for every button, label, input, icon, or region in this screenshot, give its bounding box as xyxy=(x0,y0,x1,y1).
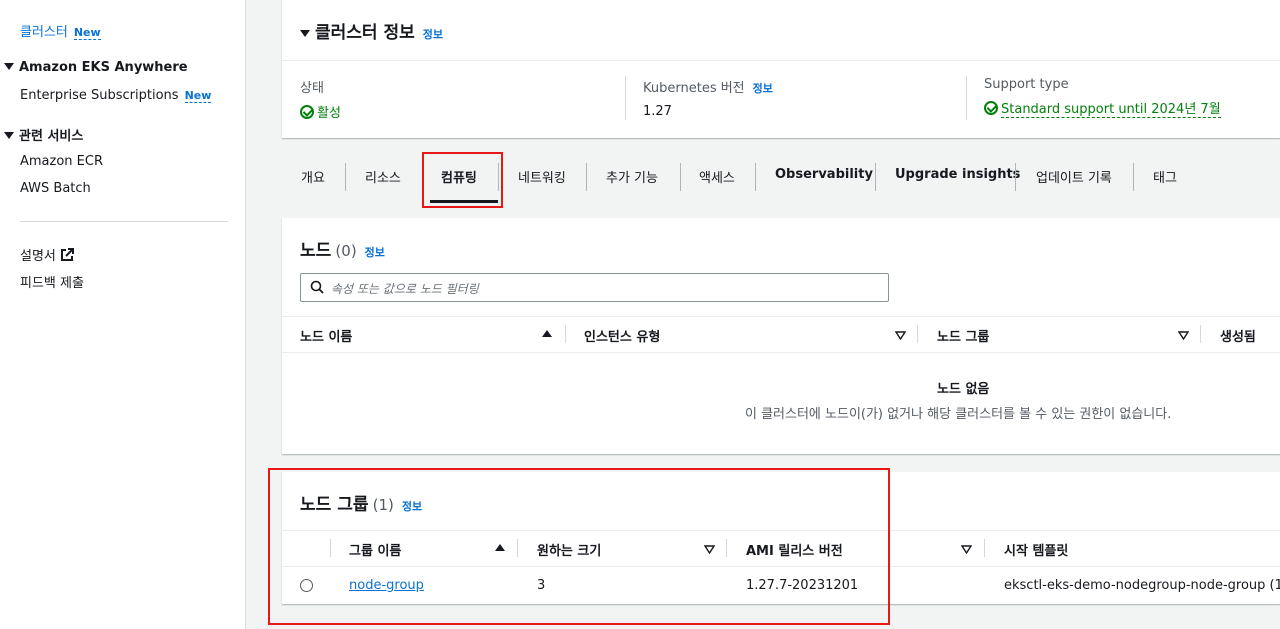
tab-addons[interactable]: 추가 기능 xyxy=(606,167,658,186)
nodes-panel: 노드 (0) 정보 속성 또는 값으로 노드 필터링 노드 이름 인스턴스 유형 … xyxy=(282,218,1280,454)
sidebar-item-label: 설명서 xyxy=(20,249,56,264)
check-circle-icon xyxy=(984,101,998,115)
sidebar-section-eks-anywhere[interactable]: Amazon EKS Anywhere xyxy=(4,60,188,75)
column-header-node-group[interactable]: 노드 그룹 xyxy=(937,326,989,345)
tab-upgrade-insights[interactable]: Upgrade insights xyxy=(895,167,1020,182)
search-icon xyxy=(310,280,324,298)
check-circle-icon xyxy=(300,105,314,119)
support-type-field: Support type Standard support until 2024… xyxy=(984,77,1221,118)
empty-state-title: 노드 없음 xyxy=(937,382,990,397)
highlight-box-compute-tab xyxy=(422,152,503,208)
tab-divider xyxy=(586,163,587,191)
sidebar-item-documentation[interactable]: 설명서 xyxy=(20,245,74,266)
support-type-value[interactable]: Standard support until 2024년 7월 xyxy=(984,98,1221,118)
section-title: 노드 xyxy=(300,241,332,261)
tab-tags[interactable]: 태그 xyxy=(1153,167,1177,186)
divider xyxy=(625,76,626,120)
empty-state-description: 이 클러스터에 노드이(가) 없거나 해당 클러스터를 볼 수 있는 권한이 없… xyxy=(745,407,1172,422)
support-type-label: Support type xyxy=(984,77,1069,92)
tab-divider xyxy=(1133,163,1134,191)
sort-ascending-icon[interactable] xyxy=(542,330,552,337)
sidebar-item-clusters[interactable]: 클러스터 New xyxy=(20,21,101,40)
column-header-instance-type[interactable]: 인스턴스 유형 xyxy=(584,326,660,345)
k8s-version-label: Kubernetes 버전 정보 xyxy=(643,81,773,96)
sidebar-divider xyxy=(20,221,228,222)
sidebar-item-feedback[interactable]: 피드백 제출 xyxy=(20,272,84,291)
column-divider[interactable] xyxy=(565,325,566,343)
new-badge: New xyxy=(184,89,212,103)
status-badge: 활성 xyxy=(317,106,341,121)
sort-icon[interactable] xyxy=(894,329,907,344)
column-header-node-name[interactable]: 노드 이름 xyxy=(300,326,352,345)
new-badge: New xyxy=(73,26,101,40)
tab-divider xyxy=(755,163,756,191)
launch-template-cell: eksctl-eks-demo-nodegroup-node-group (1) xyxy=(1004,578,1280,593)
search-placeholder: 속성 또는 값으로 노드 필터링 xyxy=(331,282,479,296)
column-divider[interactable] xyxy=(1200,325,1201,343)
column-divider[interactable] xyxy=(917,325,918,343)
tab-overview[interactable]: 개요 xyxy=(301,167,325,186)
tab-update-history[interactable]: 업데이트 기록 xyxy=(1036,167,1112,186)
tab-divider xyxy=(345,163,346,191)
column-header-launch-template[interactable]: 시작 템플릿 xyxy=(1004,540,1068,559)
page-title: 클러스터 정보 xyxy=(315,23,415,43)
highlight-box-node-groups xyxy=(268,468,890,625)
external-link-icon xyxy=(60,248,74,266)
cluster-info-header[interactable]: 클러스터 정보 정보 xyxy=(300,18,443,43)
status-label: 상태 xyxy=(300,81,324,96)
k8s-version-field: Kubernetes 버전 정보 1.27 xyxy=(643,77,773,119)
nodes-header: 노드 (0) 정보 xyxy=(300,236,385,261)
status-field: 상태 활성 xyxy=(300,77,341,121)
sort-icon[interactable] xyxy=(1177,329,1190,344)
caret-down-icon xyxy=(4,132,14,139)
section-title: Amazon EKS Anywhere xyxy=(19,60,188,75)
tab-divider xyxy=(680,163,681,191)
item-count: (0) xyxy=(335,242,357,260)
sidebar-item-enterprise-subscriptions[interactable]: Enterprise Subscriptions New xyxy=(20,88,212,103)
tab-observability[interactable]: Observability xyxy=(775,167,873,182)
node-filter-input[interactable]: 속성 또는 값으로 노드 필터링 xyxy=(300,273,889,302)
tab-resources[interactable]: 리소스 xyxy=(365,167,401,186)
divider xyxy=(966,76,967,120)
column-header-created[interactable]: 생성됨 xyxy=(1220,326,1256,345)
tab-networking[interactable]: 네트워킹 xyxy=(518,167,566,186)
caret-down-icon xyxy=(300,30,310,37)
info-link[interactable]: 정보 xyxy=(753,82,773,95)
divider xyxy=(282,316,1280,317)
sidebar-item-label: 클러스터 xyxy=(20,25,68,40)
divider xyxy=(282,352,1280,353)
tab-divider xyxy=(875,163,876,191)
sidebar-item-aws-batch[interactable]: AWS Batch xyxy=(20,181,91,196)
status-value: 활성 xyxy=(300,102,341,121)
sidebar-section-related-services[interactable]: 관련 서비스 xyxy=(4,125,83,144)
column-divider[interactable] xyxy=(984,539,985,557)
divider xyxy=(282,60,1280,61)
sort-icon[interactable] xyxy=(960,543,973,558)
tab-access[interactable]: 액세스 xyxy=(699,167,735,186)
info-link[interactable]: 정보 xyxy=(423,28,443,41)
k8s-version-value: 1.27 xyxy=(643,104,672,119)
caret-down-icon xyxy=(4,63,14,70)
sidebar-item-amazon-ecr[interactable]: Amazon ECR xyxy=(20,154,103,169)
sidebar: 클러스터 New Amazon EKS Anywhere Enterprise S… xyxy=(0,0,246,629)
info-link[interactable]: 정보 xyxy=(365,246,385,259)
cluster-info-panel: 클러스터 정보 정보 상태 활성 Kubernetes 버전 정보 1.27 Sup… xyxy=(282,0,1280,138)
sidebar-item-label: Enterprise Subscriptions xyxy=(20,88,179,103)
tab-divider xyxy=(1015,163,1016,191)
section-title: 관련 서비스 xyxy=(19,129,84,144)
